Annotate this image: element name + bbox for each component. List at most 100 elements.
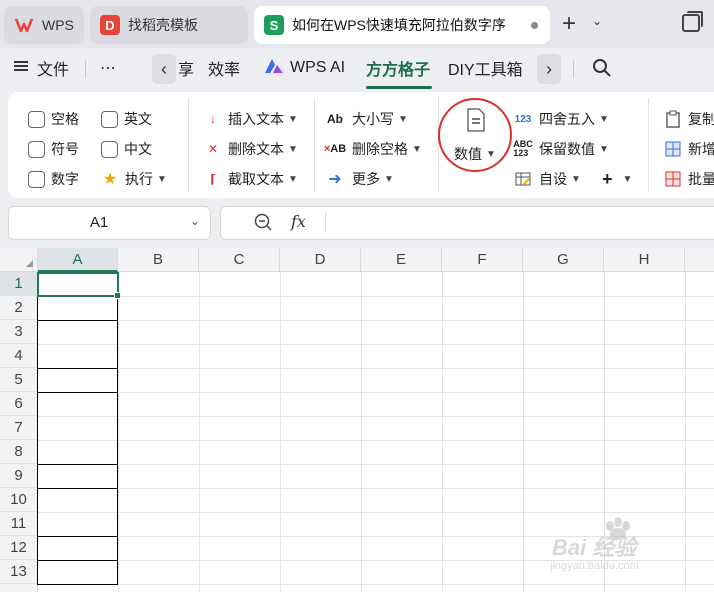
row-header-4[interactable]: 4 bbox=[0, 344, 38, 368]
checkbox-symbol[interactable]: 符号 bbox=[28, 137, 79, 161]
row-header-6[interactable]: 6 bbox=[0, 392, 38, 416]
round-button[interactable]: 123 四舍五入 ▼ bbox=[513, 107, 609, 131]
custom-button[interactable]: 自设 ▼ bbox=[513, 167, 581, 191]
tab-list-chevron-down-icon[interactable]: ⌄ bbox=[592, 14, 602, 28]
active-menu-underline bbox=[366, 86, 432, 89]
grid-line bbox=[38, 344, 714, 345]
row-header-14-partial[interactable] bbox=[0, 584, 38, 592]
chevron-down-icon: ▼ bbox=[412, 143, 422, 155]
grid-line bbox=[38, 440, 714, 441]
plus-icon: + bbox=[602, 168, 613, 189]
column-header-h[interactable]: H bbox=[604, 248, 685, 272]
checkbox-box[interactable] bbox=[28, 170, 45, 188]
chevron-down-icon: ▼ bbox=[288, 143, 298, 155]
grid-line bbox=[38, 584, 714, 585]
active-cell-a1[interactable] bbox=[37, 272, 121, 299]
window-restore-icon[interactable] bbox=[682, 11, 703, 32]
chevron-down-icon: ▼ bbox=[599, 143, 609, 155]
execute-star-icon: ★ bbox=[102, 171, 118, 188]
tab-docer-templates[interactable]: D 找稻壳模板 bbox=[90, 6, 248, 44]
row-header-10[interactable]: 10 bbox=[0, 488, 38, 512]
row-header-7[interactable]: 7 bbox=[0, 416, 38, 440]
bordered-cell-block[interactable] bbox=[37, 464, 118, 489]
delete-text-button[interactable]: ✕ 删除文本 ▼ bbox=[204, 137, 298, 161]
tab-wps-home[interactable]: WPS bbox=[4, 6, 84, 44]
tab-bar: WPS D 找稻壳模板 S 如何在WPS快速填充阿拉伯数字序 + ⌄ bbox=[0, 0, 714, 48]
copy-button[interactable]: 复制 bbox=[664, 107, 714, 131]
bordered-cell-block[interactable] bbox=[37, 536, 118, 561]
function-fx-icon[interactable]: fx bbox=[291, 212, 306, 231]
search-icon[interactable] bbox=[592, 48, 612, 88]
column-header-g[interactable]: G bbox=[523, 248, 604, 272]
extract-text-button[interactable]: ⌈ 截取文本 ▼ bbox=[204, 167, 298, 191]
row-header-9[interactable]: 9 bbox=[0, 464, 38, 488]
checkbox-box[interactable] bbox=[101, 140, 118, 158]
more-button[interactable]: ➜ 更多 ▼ bbox=[324, 167, 394, 191]
select-all-corner[interactable] bbox=[0, 248, 38, 272]
keep-value-button[interactable]: ABC 123 保留数值 ▼ bbox=[513, 137, 609, 161]
chevron-down-icon: ▼ bbox=[571, 173, 581, 185]
execute-button[interactable]: ★ 执行 ▼ bbox=[101, 167, 167, 191]
chevron-down-icon: ▼ bbox=[384, 173, 394, 185]
chevron-down-icon: ▼ bbox=[288, 173, 298, 185]
column-header-partial[interactable] bbox=[685, 248, 714, 272]
ribbon-toolbar: 空格 英文 符号 中文 数字 ★ 执行 ▼ ↓ 插入文本 ▼ ✕ 删除文本 ▼ ⌈ 截… bbox=[8, 92, 714, 198]
menu-diy-toolbox[interactable]: DIY工具箱 bbox=[448, 48, 523, 88]
column-header-c[interactable]: C bbox=[199, 248, 280, 272]
watermark-text: Bai 经验 bbox=[552, 535, 637, 560]
add-button[interactable]: 新增 bbox=[664, 137, 714, 161]
checkbox-number[interactable]: 数字 bbox=[28, 167, 79, 191]
row-header-12[interactable]: 12 bbox=[0, 536, 38, 560]
menu-scroll-right-icon[interactable]: › bbox=[537, 54, 561, 84]
tab-current-document[interactable]: S 如何在WPS快速填充阿拉伯数字序 bbox=[254, 6, 550, 44]
zoom-search-icon[interactable] bbox=[253, 212, 273, 232]
checkbox-box[interactable] bbox=[28, 140, 45, 158]
delete-spaces-button[interactable]: × AB 删除空格 ▼ bbox=[324, 137, 422, 161]
menu-scroll-left-icon[interactable]: ‹ bbox=[152, 54, 176, 84]
column-header-f[interactable]: F bbox=[442, 248, 523, 272]
bordered-cell-block[interactable] bbox=[37, 392, 118, 465]
chevron-down-icon: ▼ bbox=[288, 113, 298, 125]
row-header-8[interactable]: 8 bbox=[0, 440, 38, 464]
bordered-cell-block[interactable] bbox=[37, 320, 118, 369]
abc-123-icon: ABC 123 bbox=[513, 139, 533, 158]
row-header-3[interactable]: 3 bbox=[0, 320, 38, 344]
column-header-a[interactable]: A bbox=[38, 248, 118, 272]
case-button[interactable]: Ab 大小写 ▼ bbox=[324, 107, 408, 131]
menu-share[interactable]: 享 bbox=[178, 48, 194, 88]
checkbox-box[interactable] bbox=[101, 110, 118, 128]
menu-wps-ai[interactable]: WPS AI bbox=[264, 48, 345, 88]
bordered-cell-block[interactable] bbox=[37, 296, 118, 321]
row-header-11[interactable]: 11 bbox=[0, 512, 38, 536]
new-tab-plus-icon[interactable]: + bbox=[562, 10, 576, 38]
batch-button[interactable]: 批量 bbox=[664, 167, 714, 191]
column-header-d[interactable]: D bbox=[280, 248, 361, 272]
chevron-down-icon[interactable]: ⌄ bbox=[190, 214, 200, 228]
menu-more-button[interactable]: ⋯ bbox=[100, 48, 116, 88]
bordered-cell-block[interactable] bbox=[37, 560, 118, 585]
checkbox-space[interactable]: 空格 bbox=[28, 107, 79, 131]
menu-file[interactable]: 文件 bbox=[14, 48, 69, 88]
checkbox-english[interactable]: 英文 bbox=[101, 107, 152, 131]
bordered-cell-block[interactable] bbox=[37, 488, 118, 537]
batch-grid-icon bbox=[664, 170, 682, 188]
wps-ai-logo-icon bbox=[264, 58, 284, 79]
row-header-2[interactable]: 2 bbox=[0, 296, 38, 320]
row-header-1[interactable]: 1 bbox=[0, 272, 38, 296]
name-box[interactable]: A1 ⌄ bbox=[8, 206, 211, 240]
formula-bar[interactable]: fx bbox=[220, 206, 714, 240]
checkbox-chinese[interactable]: 中文 bbox=[101, 137, 152, 161]
checkbox-box[interactable] bbox=[28, 110, 45, 128]
row-header-5[interactable]: 5 bbox=[0, 368, 38, 392]
bordered-cell-block[interactable] bbox=[37, 368, 118, 393]
ribbon-divider bbox=[314, 98, 315, 192]
column-header-b[interactable]: B bbox=[118, 248, 199, 272]
chevron-down-icon: ▼ bbox=[398, 113, 408, 125]
add-more-button[interactable]: + ▼ bbox=[602, 167, 632, 191]
column-header-e[interactable]: E bbox=[361, 248, 442, 272]
chevron-down-icon: ▼ bbox=[157, 173, 167, 185]
insert-text-button[interactable]: ↓ 插入文本 ▼ bbox=[204, 107, 298, 131]
menu-fangfang-grid[interactable]: 方方格子 bbox=[366, 48, 430, 88]
row-header-13[interactable]: 13 bbox=[0, 560, 38, 584]
menu-efficiency[interactable]: 效率 bbox=[208, 48, 240, 88]
